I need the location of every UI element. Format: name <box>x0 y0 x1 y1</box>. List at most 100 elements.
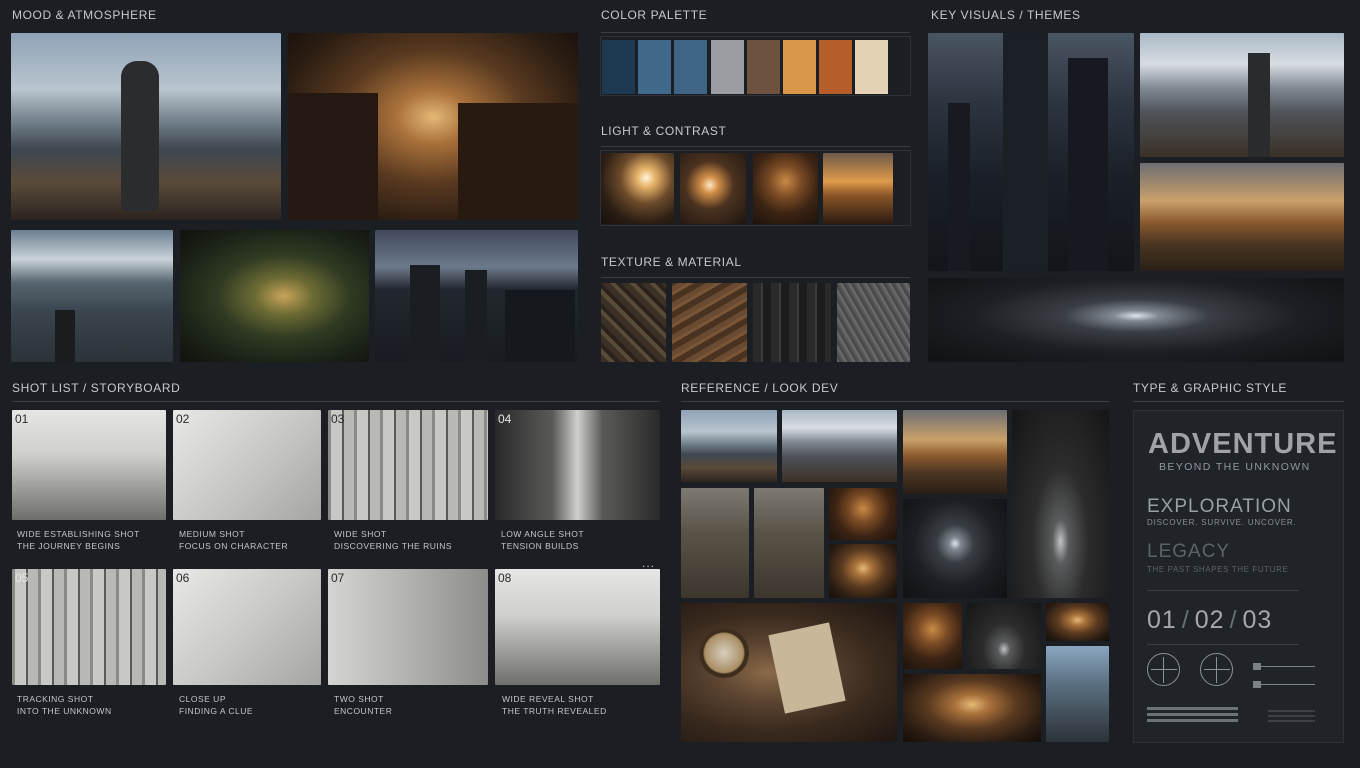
mood-image-valley[interactable] <box>11 230 173 362</box>
mood-image-runner[interactable] <box>11 33 281 220</box>
light-image-2[interactable] <box>680 153 746 224</box>
shot-frame-02[interactable]: 02 <box>173 410 321 520</box>
slider-knob-icon <box>1253 681 1261 688</box>
mood-image-city[interactable] <box>375 230 578 362</box>
type-heading-exploration: EXPLORATION <box>1147 496 1292 517</box>
texture-image-4[interactable] <box>837 283 910 362</box>
section-title-type: TYPE & GRAPHIC STYLE <box>1133 381 1288 395</box>
shot-caption-line2: ENCOUNTER <box>334 706 393 716</box>
shot-number: 02 <box>176 412 190 426</box>
chapter-separator: / <box>1181 606 1190 634</box>
reference-image-interior-1[interactable] <box>903 603 962 669</box>
texture-image-3[interactable] <box>753 283 831 362</box>
shot-number: 01 <box>15 412 29 426</box>
shot-frame-04[interactable]: 04 <box>495 410 660 520</box>
palette-swatch[interactable] <box>783 40 816 94</box>
type-title: ADVENTURE <box>1148 428 1338 460</box>
slider-line-icon <box>1253 666 1315 667</box>
palette-swatch[interactable] <box>602 40 635 94</box>
shot-caption-line1: TRACKING SHOT <box>17 694 94 704</box>
shot-frame-01[interactable]: 01 <box>12 410 166 520</box>
shot-number: 07 <box>331 571 345 585</box>
reference-image-street[interactable] <box>903 674 1041 742</box>
shot-caption-line2: FOCUS ON CHARACTER <box>179 541 289 551</box>
chapter-number: 01 <box>1147 606 1177 634</box>
palette-swatch[interactable] <box>819 40 853 94</box>
reference-image-figure[interactable] <box>829 488 897 540</box>
section-title-light: LIGHT & CONTRAST <box>601 124 727 138</box>
palette-swatch[interactable] <box>746 40 780 94</box>
journal-icon <box>768 622 846 714</box>
shot-number: 04 <box>498 412 512 426</box>
light-image-1[interactable] <box>601 153 674 224</box>
crosshair-icon <box>1200 653 1233 686</box>
shot-caption-line1: WIDE ESTABLISHING SHOT <box>17 529 140 539</box>
key-image-ruins[interactable] <box>1140 163 1344 271</box>
slider-knob-icon <box>1253 663 1261 670</box>
shot-number: 06 <box>176 571 190 585</box>
shot-number: 08 <box>498 571 512 585</box>
type-heading-legacy: LEGACY <box>1147 541 1231 562</box>
mood-image-ruins[interactable] <box>288 33 578 220</box>
shot-caption-line2: FINDING A CLUE <box>179 706 254 716</box>
reference-image-backpack-back[interactable] <box>681 488 749 598</box>
shot-frame-06[interactable]: 06 <box>173 569 321 685</box>
type-divider-numbers <box>1147 644 1299 645</box>
reference-image-tunnel[interactable] <box>903 499 1007 598</box>
texture-image-2[interactable] <box>672 283 747 362</box>
compass-icon <box>699 628 749 678</box>
shot-frame-08[interactable]: 08 <box>495 569 660 685</box>
section-title-palette: COLOR PALETTE <box>601 8 708 22</box>
palette-swatch[interactable] <box>638 40 672 94</box>
reference-image-compass-desk[interactable] <box>681 603 897 742</box>
stripe-bar-icon <box>1147 707 1238 724</box>
light-image-3[interactable] <box>753 153 818 224</box>
chapter-numbers: 01/02/03 <box>1147 606 1272 635</box>
reference-image-backpack-side[interactable] <box>754 488 824 598</box>
section-title-reference: REFERENCE / LOOK DEV <box>681 381 839 395</box>
shot-caption-line2: INTO THE UNKNOWN <box>17 706 112 716</box>
key-image-city[interactable] <box>928 33 1134 271</box>
reference-image-alley[interactable] <box>1012 410 1109 598</box>
type-heading-legacy-subtitle: THE PAST SHAPES THE FUTURE <box>1147 565 1289 574</box>
type-heading-exploration-subtitle: DISCOVER. SURVIVE. UNCOVER. <box>1147 518 1297 527</box>
type-title-subtitle: BEYOND THE UNKNOWN <box>1159 461 1311 473</box>
palette-swatch[interactable] <box>855 40 889 94</box>
palette-divider <box>601 32 910 33</box>
chapter-separator: / <box>1229 606 1238 634</box>
shot-caption-line1: LOW ANGLE SHOT <box>501 529 585 539</box>
shot-caption-line1: WIDE REVEAL SHOT <box>502 694 594 704</box>
stripe-bar-icon <box>1268 710 1315 722</box>
key-image-hiker[interactable] <box>1140 33 1344 157</box>
shot-caption-line2: TENSION BUILDS <box>501 541 579 551</box>
palette-swatch[interactable] <box>674 40 708 94</box>
reference-image-interior-2[interactable] <box>967 603 1041 669</box>
shot-frame-05[interactable]: 05 <box>12 569 166 685</box>
reference-image-hiker[interactable] <box>782 410 897 482</box>
type-divider <box>1133 401 1344 402</box>
reference-image-town[interactable] <box>829 544 897 598</box>
key-image-corridor[interactable] <box>928 278 1344 362</box>
crosshair-icon <box>1147 653 1180 686</box>
palette-swatch[interactable] <box>710 40 744 94</box>
section-title-mood: MOOD & ATMOSPHERE <box>12 8 157 22</box>
more-options-icon[interactable]: ... <box>642 556 655 570</box>
reference-image-spire[interactable] <box>1046 646 1109 742</box>
reference-divider <box>681 401 1109 402</box>
section-title-texture: TEXTURE & MATERIAL <box>601 255 742 269</box>
shot-frame-03[interactable]: 03 <box>328 410 488 520</box>
chapter-number: 02 <box>1194 606 1225 634</box>
shot-list-divider <box>12 401 660 402</box>
mood-image-forest[interactable] <box>180 230 369 362</box>
light-divider <box>601 146 910 147</box>
section-title-key-visuals: KEY VISUALS / THEMES <box>931 8 1081 22</box>
reference-image-mountains[interactable] <box>681 410 777 482</box>
shot-frame-07[interactable]: 07 <box>328 569 488 685</box>
reference-image-arch[interactable] <box>903 410 1007 494</box>
type-divider-small <box>1147 590 1299 591</box>
texture-image-1[interactable] <box>601 283 666 362</box>
shot-caption-line1: CLOSE UP <box>179 694 226 704</box>
chapter-number: 03 <box>1242 606 1273 634</box>
reference-image-interior-3[interactable] <box>1046 603 1109 641</box>
light-image-4[interactable] <box>823 153 893 224</box>
